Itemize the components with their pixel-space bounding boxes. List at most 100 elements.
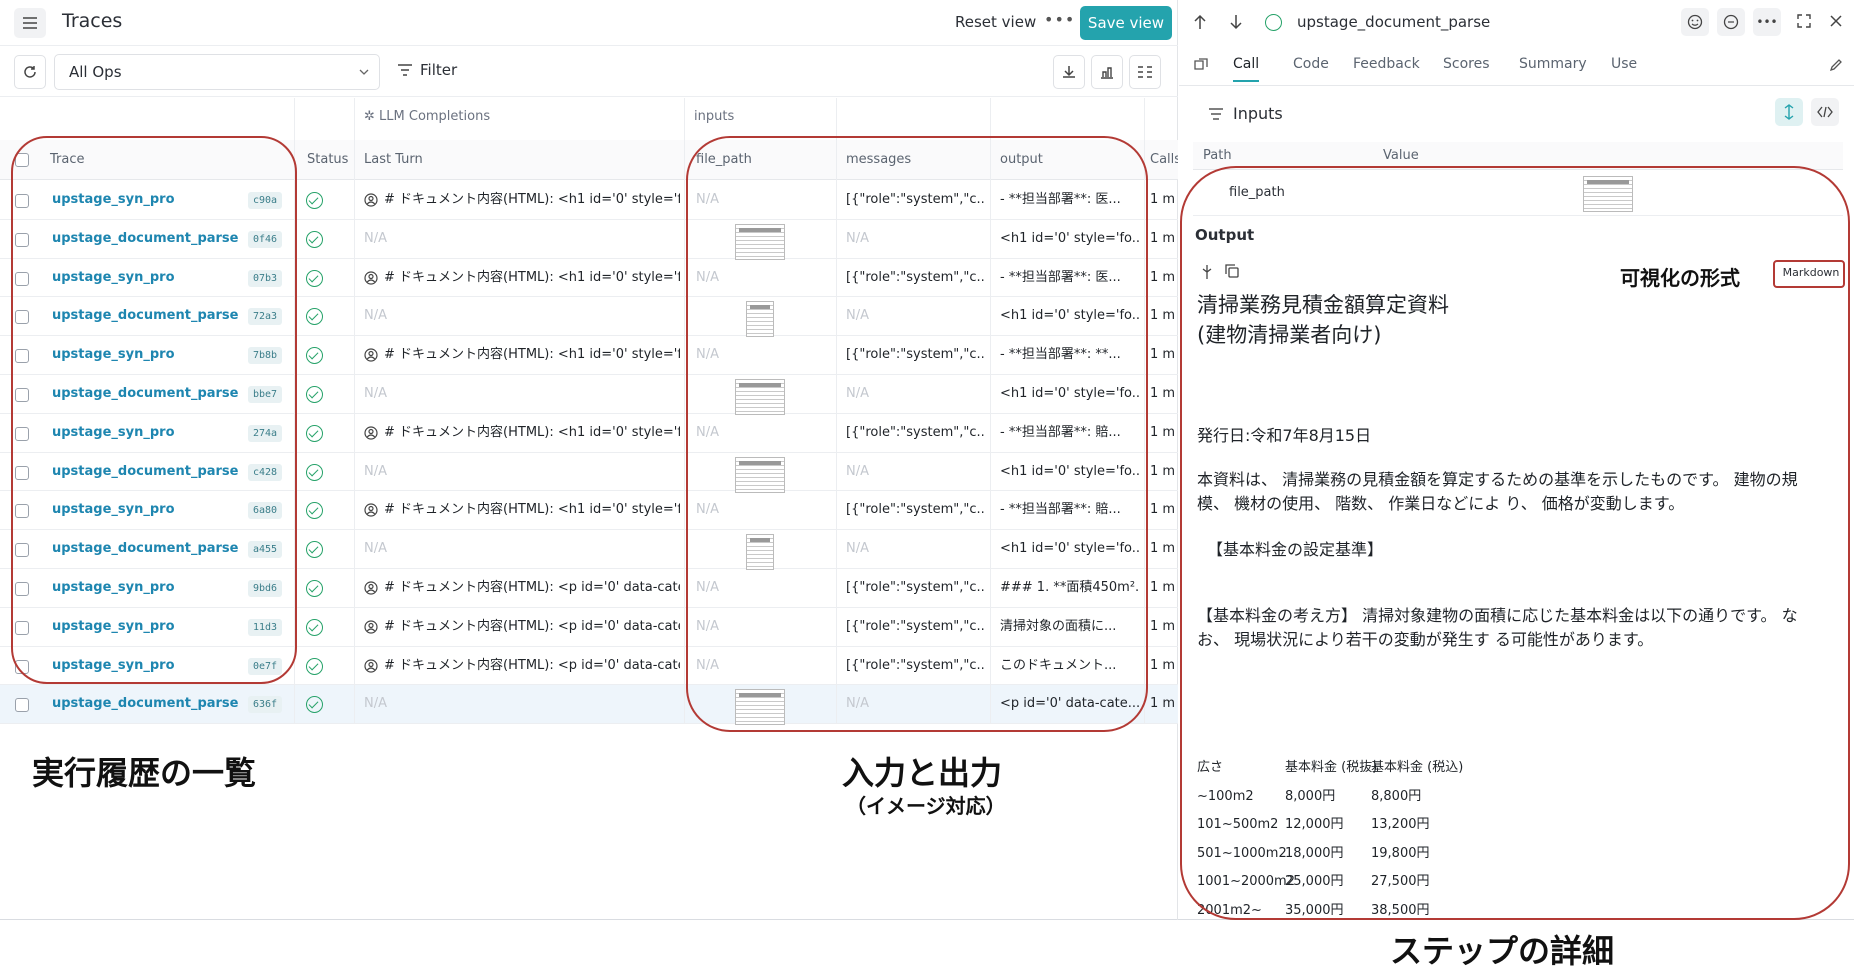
file-thumbnail[interactable] (735, 223, 785, 260)
row-checkbox[interactable] (15, 620, 29, 635)
col-file-path[interactable]: file_path (696, 140, 752, 180)
refresh-button[interactable] (14, 55, 46, 89)
row-checkbox[interactable] (15, 271, 29, 286)
trace-name-link[interactable]: upstage_syn_pro (52, 647, 242, 685)
render-format-select[interactable]: Markdown (1775, 262, 1847, 284)
select-all-checkbox[interactable] (15, 153, 29, 167)
table-row[interactable]: upstage_document_parse c428 N/A N/A <h1 id='… (0, 453, 1178, 493)
table-row[interactable]: upstage_syn_pro 9bd6 # ドキュメント内容(HTML): <p … (0, 569, 1178, 608)
trace-id-badge: 6a80 (248, 502, 283, 520)
table-row[interactable]: upstage_syn_pro 0e7f # ドキュメント内容(HTML): <p … (0, 647, 1178, 686)
input-image-thumbnail[interactable] (1583, 176, 1633, 212)
trace-name-link[interactable]: upstage_document_parse (52, 453, 242, 491)
output-header: Output (1195, 226, 1255, 244)
row-checkbox[interactable] (15, 543, 29, 558)
trace-name-link[interactable]: upstage_document_parse (52, 297, 242, 335)
trace-name-link[interactable]: upstage_syn_pro (52, 259, 242, 297)
col-messages[interactable]: messages (846, 140, 911, 180)
output-cell: このドキュメント... (1000, 657, 1117, 673)
chart-button[interactable] (1091, 55, 1123, 89)
tab-summary[interactable]: Summary (1519, 56, 1587, 72)
close-button[interactable] (1829, 14, 1843, 28)
messages-cell: N/A (846, 696, 869, 712)
expand-button[interactable] (1797, 14, 1811, 28)
trace-name-link[interactable]: upstage_document_parse (52, 530, 242, 568)
col-status[interactable]: Status (307, 140, 348, 180)
output-cell: - **担当部署**: 医... (1000, 192, 1121, 207)
row-checkbox[interactable] (15, 465, 29, 480)
trace-name-link[interactable]: upstage_syn_pro (52, 608, 242, 646)
row-checkbox[interactable] (15, 659, 29, 674)
file-thumbnail[interactable] (735, 689, 785, 726)
tab-feedback[interactable]: Feedback (1353, 56, 1420, 72)
json-view-toggle[interactable] (1811, 98, 1839, 126)
trace-name-link[interactable]: upstage_document_parse (52, 685, 242, 723)
col-trace[interactable]: Trace (50, 140, 85, 180)
table-row[interactable]: upstage_syn_pro 7b8b # ドキュメント内容(HTML): <h1… (0, 336, 1178, 375)
row-checkbox[interactable] (15, 194, 29, 208)
ops-select[interactable]: All Ops (54, 54, 380, 90)
detail-more-button[interactable]: ••• (1753, 8, 1781, 36)
download-button[interactable] (1053, 55, 1085, 89)
output-collapse-button[interactable] (1201, 264, 1213, 280)
row-checkbox[interactable] (15, 504, 29, 519)
file-thumbnail[interactable] (746, 534, 774, 571)
flatten-toggle[interactable] (1775, 98, 1803, 126)
file-thumbnail[interactable] (735, 456, 785, 493)
add-reaction-button[interactable] (1681, 8, 1709, 36)
prev-call-button[interactable] (1193, 14, 1207, 30)
row-checkbox[interactable] (15, 310, 29, 325)
row-checkbox[interactable] (15, 698, 29, 713)
edit-button[interactable] (1829, 58, 1843, 72)
row-checkbox[interactable] (15, 387, 29, 402)
save-view-button[interactable]: Save view (1080, 6, 1172, 40)
tab-scores[interactable]: Scores (1443, 56, 1490, 72)
copy-output-button[interactable] (1225, 264, 1239, 278)
table-row[interactable]: upstage_syn_pro 07b3 # ドキュメント内容(HTML): <h1… (0, 259, 1178, 298)
trace-name-link[interactable]: upstage_syn_pro (52, 491, 242, 529)
table-row[interactable]: upstage_document_parse a455 N/A N/A <h1 id='… (0, 530, 1178, 571)
next-call-button[interactable] (1229, 14, 1243, 30)
more-options-button[interactable]: ••• (1044, 10, 1075, 29)
row-checkbox[interactable] (15, 232, 29, 247)
trace-name-link[interactable]: upstage_syn_pro (52, 569, 242, 607)
table-row[interactable]: upstage_syn_pro 274a # ドキュメント内容(HTML): <h1… (0, 414, 1178, 453)
trace-name-link[interactable]: upstage_syn_pro (52, 181, 242, 219)
table-row[interactable]: upstage_syn_pro c90a # ドキュメント内容(HTML): <h1… (0, 181, 1178, 220)
table-row[interactable]: upstage_document_parse 72a3 N/A N/A <h1 id='… (0, 297, 1178, 338)
table-row[interactable]: upstage_document_parse 636f N/A N/A <p id='0… (0, 685, 1178, 726)
last-turn-cell: N/A (364, 541, 387, 557)
trace-name-link[interactable]: upstage_document_parse (52, 220, 242, 258)
menu-button[interactable] (14, 8, 46, 38)
col-last-turn[interactable]: Last Turn (364, 140, 423, 180)
table-row[interactable]: upstage_document_parse 0f46 N/A N/A <h1 id='… (0, 220, 1178, 260)
col-output[interactable]: output (1000, 140, 1043, 180)
file-thumbnail[interactable] (735, 378, 785, 415)
last-turn-cell: # ドキュメント内容(HTML): <p id='0' data-cate (384, 579, 680, 595)
inputs-collapse-icon[interactable] (1209, 108, 1223, 120)
last-turn-cell: # ドキュメント内容(HTML): <h1 id='0' style='fo (384, 192, 680, 207)
messages-cell: N/A (846, 385, 869, 401)
columns-button[interactable] (1129, 55, 1161, 89)
filter-button[interactable]: Filter (398, 61, 457, 79)
trace-name-link[interactable]: upstage_syn_pro (52, 336, 242, 374)
group-llm-completions: ✲ LLM Completions (364, 109, 491, 124)
table-row[interactable]: upstage_document_parse bbe7 N/A N/A <h1 id='… (0, 375, 1178, 415)
tab-code[interactable]: Code (1293, 56, 1329, 72)
row-checkbox[interactable] (15, 349, 29, 364)
tab-call[interactable]: Call (1233, 56, 1260, 82)
row-checkbox[interactable] (15, 581, 29, 596)
reset-view-button[interactable]: Reset view (955, 13, 1036, 31)
file-thumbnail[interactable] (746, 301, 774, 338)
row-checkbox[interactable] (15, 426, 29, 441)
trace-name-link[interactable]: upstage_syn_pro (52, 414, 242, 452)
table-row[interactable]: upstage_syn_pro 11d3 # ドキュメント内容(HTML): <p … (0, 608, 1178, 647)
comment-button[interactable] (1717, 8, 1745, 36)
col-calls[interactable]: Calls (1150, 140, 1178, 180)
status-success-icon (306, 192, 323, 209)
tab-use[interactable]: Use (1611, 56, 1637, 72)
file-path-cell: N/A (696, 269, 719, 285)
trace-name-link[interactable]: upstage_document_parse (52, 375, 242, 413)
table-row[interactable]: upstage_syn_pro 6a80 # ドキュメント内容(HTML): <h1… (0, 491, 1178, 531)
traces-topbar: Traces Reset view ••• Save view (0, 0, 1178, 46)
